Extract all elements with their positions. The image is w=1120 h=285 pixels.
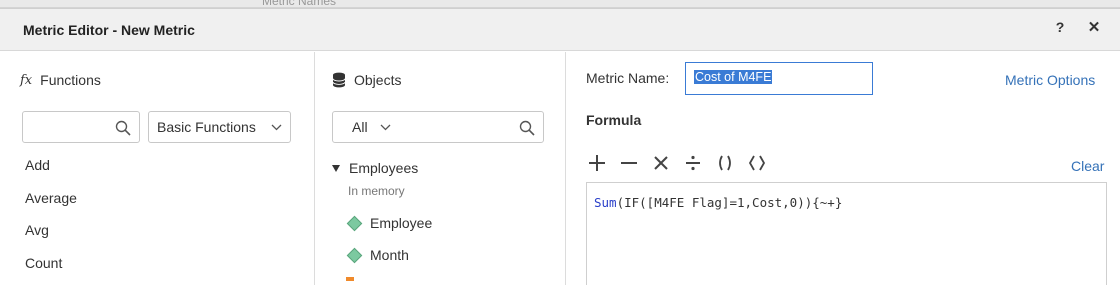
object-item-month[interactable]: Month — [346, 247, 432, 263]
function-category-select[interactable]: Basic Functions — [148, 111, 291, 143]
metric-options-link[interactable]: Metric Options — [1005, 72, 1095, 88]
objects-filter-value: All — [352, 119, 368, 135]
fx-icon: fx — [20, 72, 33, 88]
metric-editor-dialog: Metric Editor - New Metric ? ✕ fx Functi… — [0, 8, 1120, 285]
functions-panel: fx Functions Basic Functions Add Average… — [0, 52, 315, 285]
dialog-title: Metric Editor - New Metric — [23, 22, 195, 38]
formula-heading: Formula — [586, 112, 642, 128]
objects-heading-label: Objects — [354, 72, 402, 88]
function-item-add[interactable]: Add — [25, 157, 77, 190]
clear-link[interactable]: Clear — [1071, 158, 1104, 174]
search-icon — [115, 120, 131, 136]
functions-heading-label: Functions — [40, 72, 101, 88]
database-icon — [332, 72, 346, 88]
formula-editor[interactable]: Sum(IF([M4FE Flag]=1,Cost,0)){~+} — [586, 182, 1107, 285]
function-item-average[interactable]: Average — [25, 190, 77, 223]
multiply-icon[interactable] — [650, 152, 672, 174]
operator-toolbar — [586, 152, 778, 174]
minus-icon[interactable] — [618, 152, 640, 174]
metric-name-input[interactable]: Cost of M4FE — [685, 62, 873, 95]
objects-heading: Objects — [332, 72, 401, 88]
dialog-titlebar: Metric Editor - New Metric ? ✕ — [0, 9, 1120, 51]
metric-name-value: Cost of M4FE — [694, 70, 773, 84]
parentheses-icon[interactable] — [714, 152, 736, 174]
object-item-label: Employee — [370, 215, 433, 231]
folder-name: Employees — [349, 160, 419, 176]
folder-subtitle: In memory — [348, 184, 405, 198]
formula-expression: (IF([M4FE Flag]=1,Cost,0)){~+} — [616, 195, 843, 210]
objects-tree: Employees In memory Employee Month — [332, 160, 432, 281]
functions-search-input[interactable] — [22, 111, 140, 143]
functions-heading: fx Functions — [20, 72, 101, 88]
objects-search-input[interactable]: All — [332, 111, 544, 143]
background-window-strip: Metric Names — [0, 0, 1120, 8]
formula-panel: Metric Name: Cost of M4FE Metric Options… — [566, 52, 1120, 285]
folder-employees[interactable]: Employees — [332, 160, 432, 176]
help-button[interactable]: ? — [1053, 19, 1067, 35]
function-item-count[interactable]: Count — [25, 255, 77, 285]
chevron-down-icon — [380, 124, 391, 130]
objects-filter-select[interactable]: All — [352, 119, 391, 135]
function-item-avg[interactable]: Avg — [25, 222, 77, 255]
attribute-icon — [346, 247, 363, 263]
angle-brackets-icon[interactable] — [746, 152, 768, 174]
metric-name-label: Metric Name: — [586, 70, 670, 86]
expand-triangle-icon[interactable] — [332, 164, 340, 172]
attribute-icon — [346, 215, 363, 231]
search-icon — [519, 120, 535, 136]
chevron-down-icon — [271, 124, 282, 131]
formula-function-keyword: Sum — [594, 195, 617, 210]
functions-list: Add Average Avg Count — [25, 157, 77, 285]
background-tab-label: Metric Names — [262, 0, 337, 8]
divide-icon[interactable] — [682, 152, 704, 174]
object-item-employee[interactable]: Employee — [346, 215, 433, 231]
close-button[interactable]: ✕ — [1086, 18, 1102, 36]
function-category-value: Basic Functions — [157, 119, 256, 135]
metric-icon-partial — [346, 277, 354, 281]
plus-icon[interactable] — [586, 152, 608, 174]
objects-panel: Objects All Employees In memory Employee… — [315, 52, 566, 285]
object-item-label: Month — [370, 247, 409, 263]
